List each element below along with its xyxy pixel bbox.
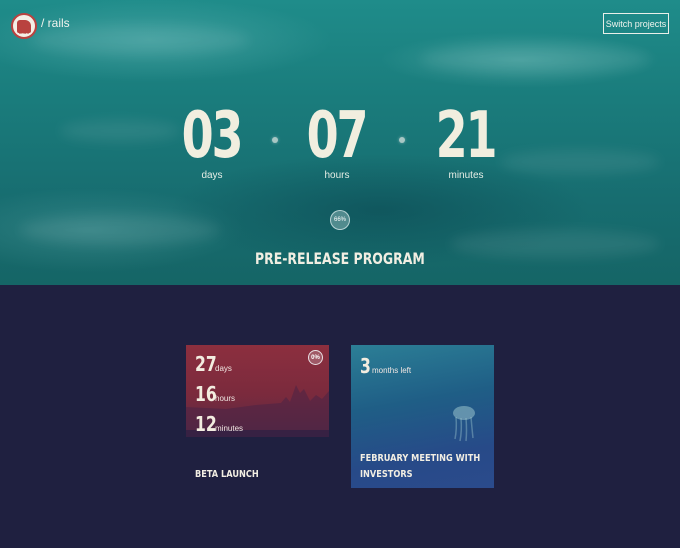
card-countdown-days: 27 days xyxy=(195,352,232,376)
card-title: FEBRUARY MEETING WITH INVESTORS xyxy=(360,451,494,483)
countdown-minutes: 21 minutes xyxy=(411,101,521,181)
card-title: BETA LAUNCH xyxy=(195,467,273,483)
countdown-days: 03 days xyxy=(157,101,267,181)
breadcrumb[interactable]: / rails xyxy=(41,16,70,30)
countdown: 03 days 07 hours 21 minutes xyxy=(0,101,680,191)
wave-texture xyxy=(20,215,220,245)
card-title-line-2: INVESTORS xyxy=(360,469,413,480)
countdown-hours-value: 07 xyxy=(307,99,369,173)
countdown-minutes-value: 21 xyxy=(436,99,498,173)
card-minutes-label: minutes xyxy=(215,424,244,433)
card-countdown-hours: 16 hours xyxy=(195,382,235,406)
card-days-label: days xyxy=(215,364,232,373)
milestone-card-february-meeting[interactable]: 3 months left FEBRUARY MEETING WITH INVE… xyxy=(351,345,494,488)
rails-logo[interactable]: RAILS xyxy=(11,13,37,39)
wave-texture xyxy=(420,45,650,73)
countdown-days-value: 03 xyxy=(182,99,244,173)
card-progress-badge: 0% xyxy=(308,350,323,365)
countdown-hours: 07 hours xyxy=(282,101,392,181)
card-days-value: 27 xyxy=(195,352,217,376)
progress-badge: 66% xyxy=(330,210,350,230)
card-months-value: 3 xyxy=(360,354,371,378)
jellyfish-icon xyxy=(453,406,475,442)
card-minutes-value: 12 xyxy=(195,412,217,436)
card-hours-value: 16 xyxy=(195,382,217,406)
card-hours-label: hours xyxy=(215,394,236,403)
logo-text: RAILS xyxy=(19,31,29,35)
card-months-label: months left xyxy=(372,366,412,375)
program-title-text: PRE-RELEASE PROGRAM xyxy=(255,249,425,268)
card-countdown-minutes: 12 minutes xyxy=(195,412,243,436)
card-countdown-months: 3 months left xyxy=(360,354,411,378)
separator-dot-icon xyxy=(399,137,405,143)
card-title-text: BETA LAUNCH xyxy=(195,469,259,480)
switch-projects-button[interactable]: Switch projects xyxy=(603,13,669,34)
card-title-line-1: FEBRUARY MEETING WITH xyxy=(360,453,481,464)
program-title: PRE-RELEASE PROGRAM xyxy=(0,249,680,268)
milestone-card-beta-launch[interactable]: 0% 27 days 16 hours 12 minutes BETA LAUN… xyxy=(186,345,329,488)
hero-banner: RAILS / rails Switch projects 03 days 07… xyxy=(0,0,680,285)
separator-dot-icon xyxy=(272,137,278,143)
